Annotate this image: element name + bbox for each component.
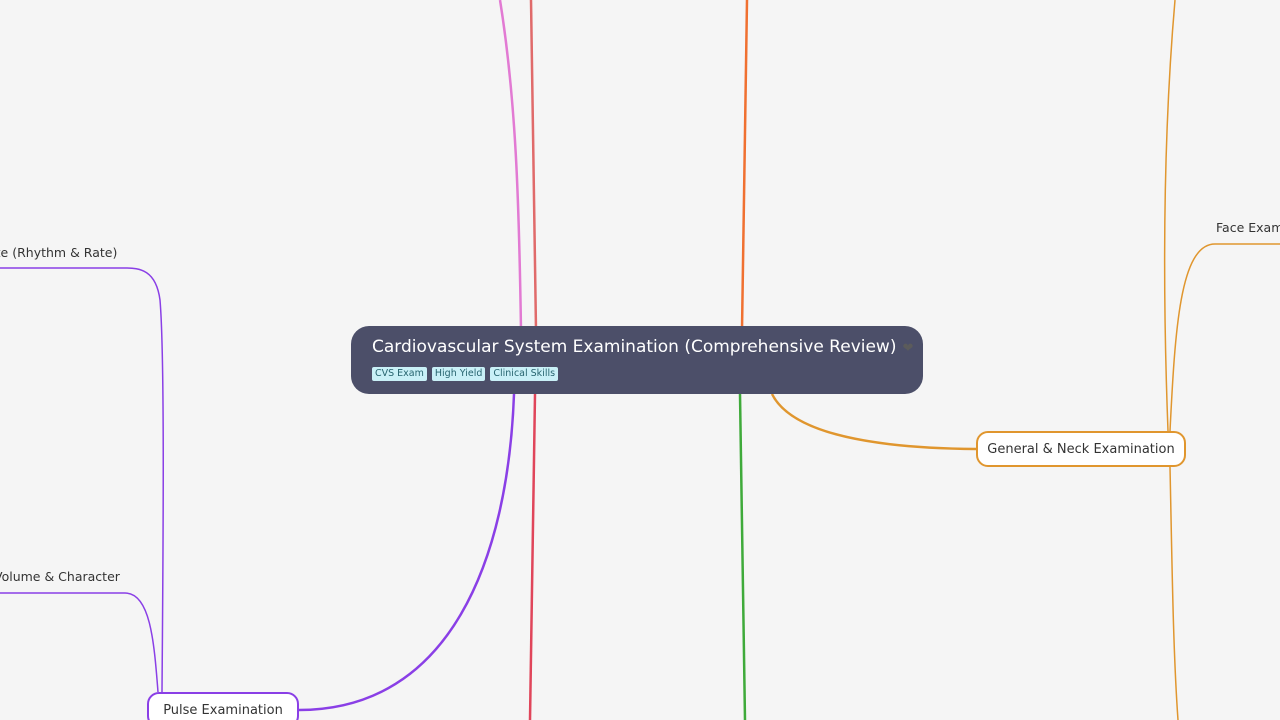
red-branch-link: [528, 393, 537, 720]
pulse-label: Pulse Examination: [163, 702, 283, 718]
volume-character-node[interactable]: Volume & Character: [0, 569, 120, 585]
face-link: [1169, 243, 1280, 432]
general-neck-label: General & Neck Examination: [987, 441, 1175, 457]
tag-cvs-exam[interactable]: CVS Exam: [372, 367, 427, 381]
general-down-link: [1169, 466, 1179, 720]
root-title-row: Cardiovascular System Examination (Compr…: [372, 336, 913, 360]
rhythm-rate-node[interactable]: ate (Rhythm & Rate): [0, 245, 117, 261]
pink-branch-link: [498, 0, 523, 331]
face-examination-node[interactable]: Face Exami: [1216, 220, 1280, 236]
green-branch-link: [738, 393, 747, 720]
tag-list: CVS Exam High Yield Clinical Skills: [372, 367, 903, 381]
root-title: Cardiovascular System Examination (Compr…: [372, 337, 897, 357]
mind-map-canvas: Cardiovascular System Examination (Compr…: [0, 0, 1280, 720]
pulse-link: [298, 393, 516, 712]
salmon-branch-link: [529, 0, 538, 331]
general-neck-node[interactable]: General & Neck Examination: [976, 431, 1186, 467]
tag-high-yield[interactable]: High Yield: [431, 367, 486, 381]
orange-branch-link: [740, 0, 749, 331]
heart-icon[interactable]: ❤: [902, 341, 913, 356]
root-topic[interactable]: Cardiovascular System Examination (Compr…: [351, 326, 923, 394]
general-neck-link: [770, 393, 977, 451]
pulse-node[interactable]: Pulse Examination: [147, 692, 299, 720]
volume-character-link: [0, 592, 159, 693]
tag-clinical-skills[interactable]: Clinical Skills: [490, 367, 559, 381]
rhythm-rate-link: [0, 267, 164, 693]
